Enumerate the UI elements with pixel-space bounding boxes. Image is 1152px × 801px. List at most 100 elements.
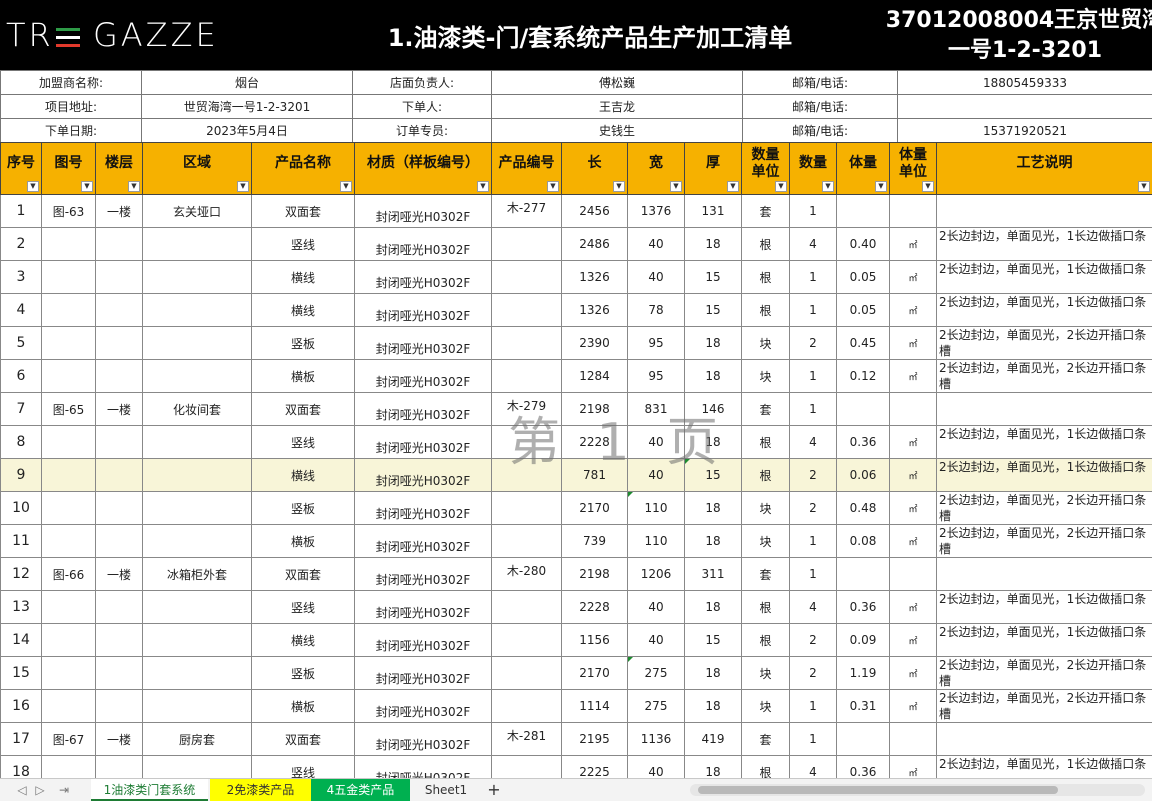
table-cell[interactable]: 131	[684, 194, 742, 228]
table-cell[interactable]: 封闭哑光H0302F	[354, 656, 492, 690]
table-cell[interactable]: 18	[0, 755, 42, 778]
table-cell[interactable]	[889, 557, 937, 591]
table-cell[interactable]: 玄关垭口	[142, 194, 252, 228]
table-cell[interactable]: 18	[684, 425, 742, 459]
table-cell[interactable]: ㎡	[889, 491, 937, 525]
table-cell[interactable]: 0.08	[836, 524, 890, 558]
table-cell[interactable]	[836, 557, 890, 591]
table-cell[interactable]	[836, 722, 890, 756]
table-cell[interactable]: 2长边封边，单面见光，1长边做插口条	[936, 458, 1152, 492]
table-cell[interactable]: 厨房套	[142, 722, 252, 756]
table-cell[interactable]: 95	[627, 359, 685, 393]
table-cell[interactable]	[491, 260, 562, 294]
table-cell[interactable]	[491, 590, 562, 624]
table-cell[interactable]: 1	[789, 260, 837, 294]
table-cell[interactable]: 块	[741, 491, 790, 525]
table-cell[interactable]	[491, 326, 562, 360]
table-cell[interactable]	[95, 260, 143, 294]
table-cell[interactable]: 12	[0, 557, 42, 591]
table-cell[interactable]: 0.06	[836, 458, 890, 492]
table-cell[interactable]: 2390	[561, 326, 628, 360]
table-cell[interactable]	[95, 293, 143, 327]
table-cell[interactable]: 15	[684, 293, 742, 327]
table-cell[interactable]	[142, 458, 252, 492]
table-cell[interactable]: 竖板	[251, 491, 355, 525]
table-cell[interactable]: 0.12	[836, 359, 890, 393]
table-cell[interactable]	[41, 491, 96, 525]
table-cell[interactable]	[142, 227, 252, 261]
table-cell[interactable]: 3	[0, 260, 42, 294]
table-cell[interactable]: 套	[741, 392, 790, 426]
table-cell[interactable]	[41, 623, 96, 657]
table-cell[interactable]: 1136	[627, 722, 685, 756]
next-sheet-icon[interactable]: ▷	[32, 782, 48, 798]
table-cell[interactable]: 2	[789, 656, 837, 690]
table-cell[interactable]: 1	[789, 524, 837, 558]
table-cell[interactable]: 封闭哑光H0302F	[354, 491, 492, 525]
table-cell[interactable]	[142, 755, 252, 778]
table-cell[interactable]: 311	[684, 557, 742, 591]
table-cell[interactable]	[491, 425, 562, 459]
table-cell[interactable]: 双面套	[251, 557, 355, 591]
table-cell[interactable]: 竖线	[251, 227, 355, 261]
table-cell[interactable]: 0.09	[836, 623, 890, 657]
table-cell[interactable]: 双面套	[251, 194, 355, 228]
table-cell[interactable]	[491, 656, 562, 690]
table-cell[interactable]: 275	[627, 656, 685, 690]
table-cell[interactable]: 封闭哑光H0302F	[354, 359, 492, 393]
table-cell[interactable]: 4	[789, 755, 837, 778]
table-cell[interactable]: 15	[684, 623, 742, 657]
table-cell[interactable]: 2长边封边，单面见光，2长边开插口条槽	[936, 656, 1152, 690]
table-cell[interactable]	[936, 392, 1152, 426]
table-cell[interactable]: 木-277	[491, 194, 562, 228]
table-cell[interactable]: 2	[789, 458, 837, 492]
table-cell[interactable]: 1	[789, 557, 837, 591]
filter-dropdown-icon[interactable]: ▼	[875, 181, 887, 192]
table-cell[interactable]: 竖线	[251, 425, 355, 459]
table-cell[interactable]: 18	[684, 359, 742, 393]
table-cell[interactable]: ㎡	[889, 227, 937, 261]
table-cell[interactable]: 1	[789, 722, 837, 756]
table-cell[interactable]: 根	[741, 590, 790, 624]
table-cell[interactable]	[95, 656, 143, 690]
table-cell[interactable]	[491, 623, 562, 657]
table-cell[interactable]	[142, 524, 252, 558]
table-cell[interactable]: 2	[789, 623, 837, 657]
table-cell[interactable]: 根	[741, 293, 790, 327]
info-value[interactable]: 烟台	[141, 70, 353, 95]
table-cell[interactable]	[95, 755, 143, 778]
filter-dropdown-icon[interactable]: ▼	[128, 181, 140, 192]
table-cell[interactable]: 套	[741, 557, 790, 591]
table-cell[interactable]: 封闭哑光H0302F	[354, 689, 492, 723]
table-cell[interactable]: 0.36	[836, 425, 890, 459]
info-value[interactable]: 18805459333	[897, 70, 1152, 95]
table-cell[interactable]	[836, 392, 890, 426]
table-cell[interactable]: 2长边封边，单面见光，1长边做插口条	[936, 425, 1152, 459]
table-cell[interactable]: 1326	[561, 293, 628, 327]
table-cell[interactable]	[95, 689, 143, 723]
table-cell[interactable]: 10	[0, 491, 42, 525]
table-cell[interactable]: 1	[0, 194, 42, 228]
table-cell[interactable]: 18	[684, 689, 742, 723]
table-cell[interactable]: 2长边封边，单面见光，1长边做插口条	[936, 623, 1152, 657]
table-cell[interactable]: 15	[684, 458, 742, 492]
table-cell[interactable]	[889, 722, 937, 756]
filter-dropdown-icon[interactable]: ▼	[822, 181, 834, 192]
table-cell[interactable]: 2	[789, 491, 837, 525]
table-cell[interactable]: 化妆间套	[142, 392, 252, 426]
table-cell[interactable]: 18	[684, 491, 742, 525]
table-cell[interactable]: 封闭哑光H0302F	[354, 392, 492, 426]
table-cell[interactable]: 竖线	[251, 755, 355, 778]
table-cell[interactable]: 2长边封边，单面见光，1长边做插口条	[936, 755, 1152, 778]
table-cell[interactable]	[41, 359, 96, 393]
table-cell[interactable]: 2长边封边，单面见光，2长边开插口条槽	[936, 524, 1152, 558]
table-cell[interactable]: 2	[0, 227, 42, 261]
table-cell[interactable]	[41, 260, 96, 294]
info-value[interactable]: 世贸海湾一号1-2-3201	[141, 94, 353, 119]
table-cell[interactable]: 2486	[561, 227, 628, 261]
info-value[interactable]	[897, 94, 1152, 119]
table-cell[interactable]: 781	[561, 458, 628, 492]
table-cell[interactable]	[936, 557, 1152, 591]
table-cell[interactable]: 竖板	[251, 656, 355, 690]
table-cell[interactable]: 14	[0, 623, 42, 657]
